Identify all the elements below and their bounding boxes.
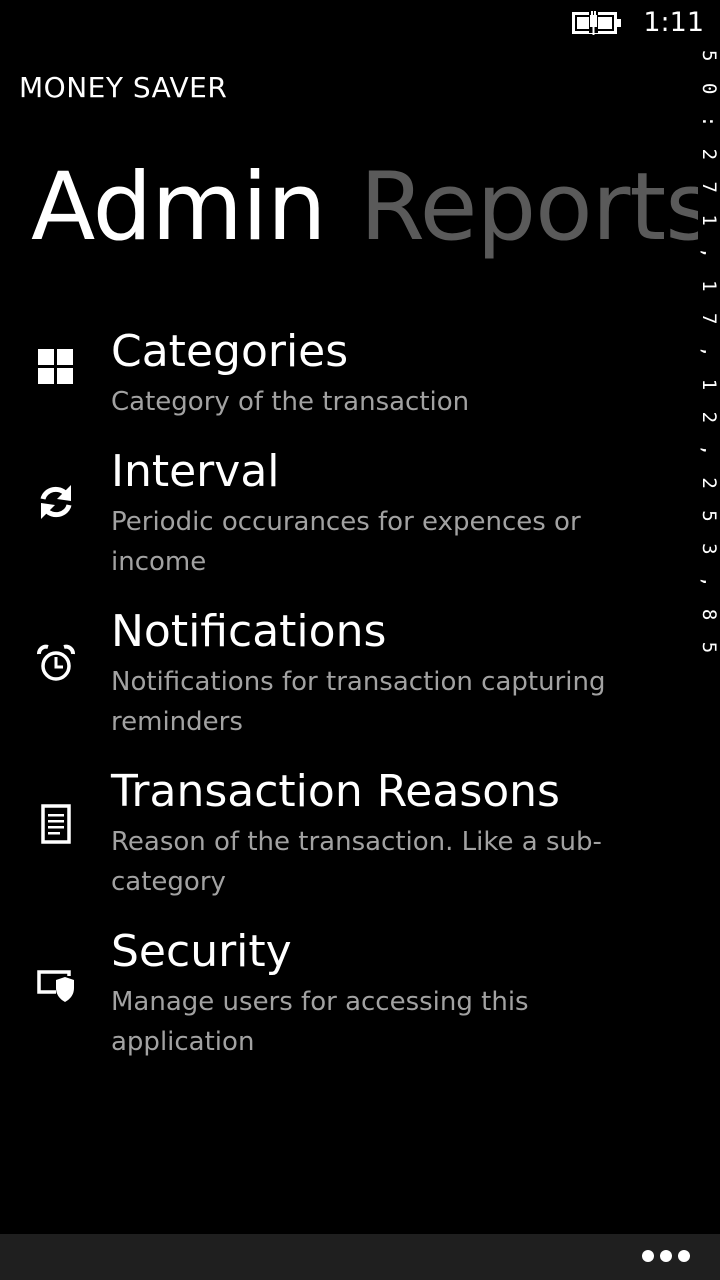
status-clock: 1:11 bbox=[643, 7, 704, 38]
ellipsis-dot bbox=[660, 1250, 672, 1262]
menu-item-notifications[interactable]: Notifications Notifications for transact… bbox=[0, 602, 698, 762]
menu-item-title: Categories bbox=[111, 326, 349, 377]
app-title: MONEY SAVER bbox=[19, 71, 228, 104]
menu-item-description: Notifications for transaction capturing … bbox=[111, 667, 606, 737]
frame-rate-counter-text: 5 0 : 2 7 1 , 1 7 , 1 2 , 2 5 3 , 8 5 5 bbox=[698, 50, 720, 660]
pivot-tab-reports[interactable]: Reports bbox=[360, 148, 698, 268]
alarm-clock-icon bbox=[37, 644, 75, 681]
status-bar: 1:11 bbox=[0, 0, 720, 46]
shield-icon bbox=[37, 970, 74, 1002]
ellipsis-dot bbox=[642, 1250, 654, 1262]
menu-item-title: Security bbox=[111, 926, 292, 977]
more-ellipsis-icon[interactable] bbox=[642, 1248, 690, 1266]
pivot-header: Admin Reports bbox=[31, 148, 698, 278]
ellipsis-dot bbox=[678, 1250, 690, 1262]
menu-item-description: Periodic occurances for expences or inco… bbox=[111, 507, 581, 577]
categories-grid-icon bbox=[38, 349, 73, 384]
admin-menu-list: Categories Category of the transaction I… bbox=[0, 322, 698, 1082]
menu-item-description: Category of the transaction bbox=[111, 387, 470, 417]
sync-icon bbox=[40, 485, 72, 519]
menu-item-title: Notifications bbox=[111, 606, 387, 657]
battery-charging-icon bbox=[572, 11, 621, 35]
document-icon bbox=[41, 804, 71, 844]
frame-rate-counter: 5 0 : 2 7 1 , 1 7 , 1 2 , 2 5 3 , 8 5 5 bbox=[698, 50, 720, 660]
menu-item-description: Reason of the transaction. Like a sub-ca… bbox=[111, 827, 602, 897]
menu-item-title: Interval bbox=[111, 446, 280, 497]
app-bar bbox=[0, 1234, 720, 1280]
menu-item-interval[interactable]: Interval Periodic occurances for expence… bbox=[0, 442, 698, 602]
menu-item-transaction-reasons[interactable]: Transaction Reasons Reason of the transa… bbox=[0, 762, 698, 922]
menu-item-categories[interactable]: Categories Category of the transaction bbox=[0, 322, 698, 442]
menu-item-description: Manage users for accessing this applicat… bbox=[111, 987, 529, 1057]
menu-item-title: Transaction Reasons bbox=[111, 766, 560, 817]
menu-item-security[interactable]: Security Manage users for accessing this… bbox=[0, 922, 698, 1082]
pivot-tab-admin[interactable]: Admin bbox=[31, 148, 327, 268]
